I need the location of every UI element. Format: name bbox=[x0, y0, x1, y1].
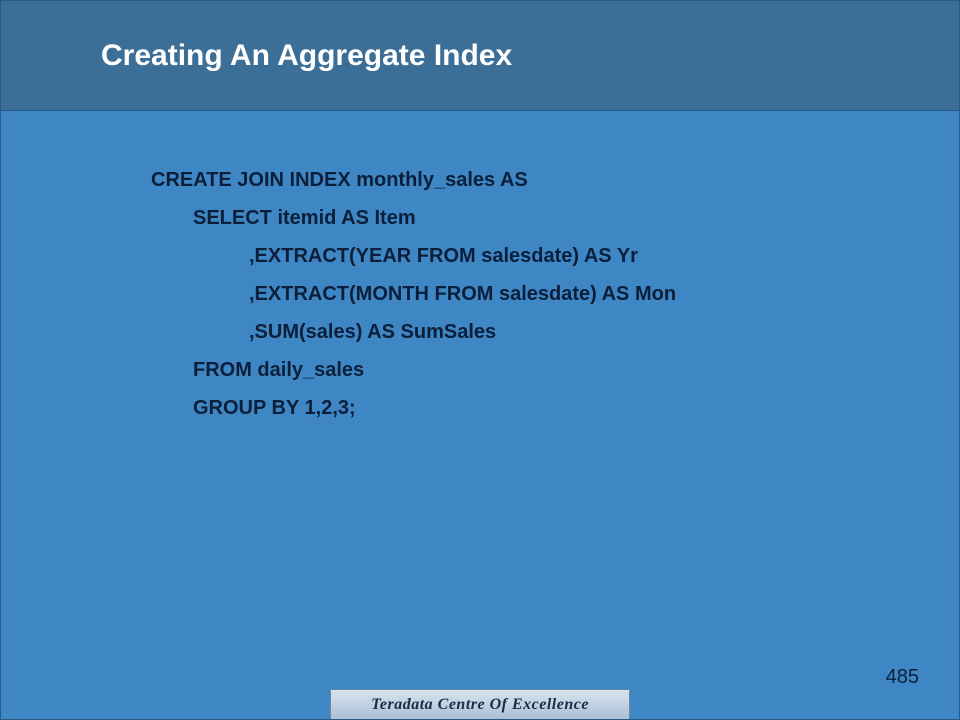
slide-body: CREATE JOIN INDEX monthly_sales AS SELEC… bbox=[151, 161, 899, 427]
slide-title: Creating An Aggregate Index bbox=[101, 39, 512, 73]
code-line: FROM daily_sales bbox=[151, 351, 899, 389]
code-line: ,EXTRACT(YEAR FROM salesdate) AS Yr bbox=[151, 237, 899, 275]
code-line: ,SUM(sales) AS SumSales bbox=[151, 313, 899, 351]
slide: Creating An Aggregate Index CREATE JOIN … bbox=[0, 0, 960, 720]
page-number: 485 bbox=[886, 666, 919, 689]
code-line: SELECT itemid AS Item bbox=[151, 199, 899, 237]
title-bar: Creating An Aggregate Index bbox=[1, 1, 959, 111]
footer-logo: Teradata Centre Of Excellence bbox=[330, 689, 630, 719]
code-line: CREATE JOIN INDEX monthly_sales AS bbox=[151, 161, 899, 199]
code-line: ,EXTRACT(MONTH FROM salesdate) AS Mon bbox=[151, 275, 899, 313]
code-line: GROUP BY 1,2,3; bbox=[151, 389, 899, 427]
